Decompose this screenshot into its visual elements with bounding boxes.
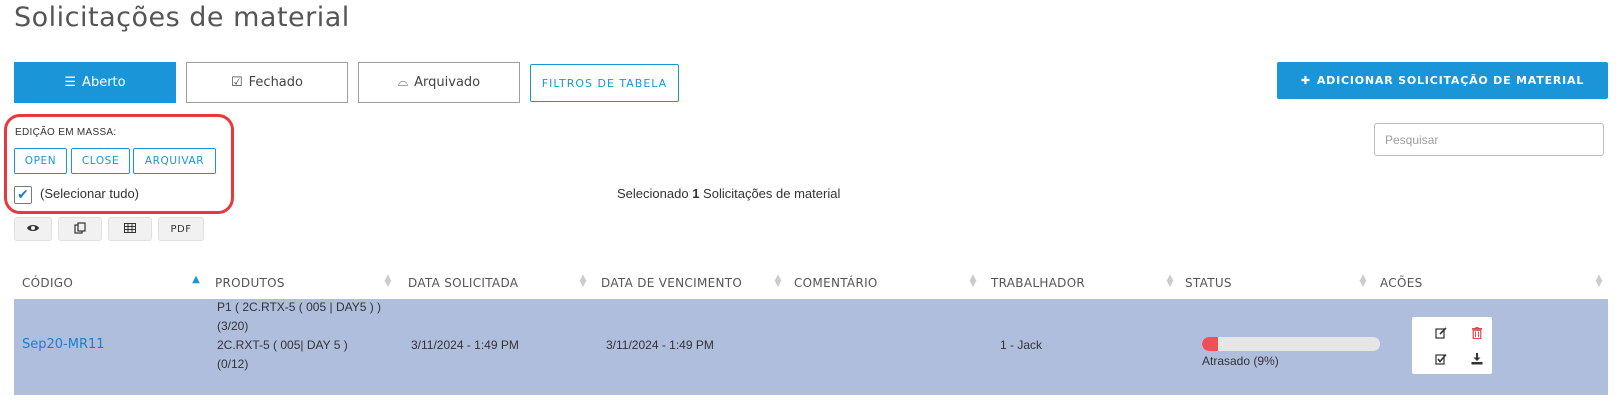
sort-icon[interactable]: ▲ ▼ <box>579 274 587 289</box>
selection-suffix: Solicitações de material <box>703 186 841 201</box>
selection-prefix: Selecionado <box>617 186 689 201</box>
eye-icon <box>26 223 40 236</box>
row-actions <box>1412 317 1492 374</box>
tab-closed-label: Fechado <box>248 75 303 90</box>
search-input[interactable] <box>1374 123 1604 156</box>
table-export-button[interactable] <box>108 217 152 241</box>
column-header-comment[interactable]: COMENTÁRIO <box>794 276 878 290</box>
trash-icon[interactable] <box>1468 324 1486 342</box>
product-line: P1 ( 2C.RTX-5 ( 005 | DAY5 ) ) <box>217 300 382 314</box>
due-date-cell: 3/11/2024 - 1:49 PM <box>606 338 714 352</box>
checkmark-icon: ✔ <box>17 187 29 203</box>
copy-icon <box>74 221 86 237</box>
tab-archived[interactable]: ⌓ Arquivado <box>358 62 520 103</box>
page-title: Solicitações de material <box>14 2 350 33</box>
sort-icon[interactable]: ▲ ▼ <box>1595 274 1603 289</box>
sort-icon[interactable]: ▲ ▼ <box>969 274 977 289</box>
product-line: (3/20) <box>217 319 249 333</box>
column-header-due-date[interactable]: DATA DE VENCIMENTO <box>601 276 742 290</box>
tab-archived-label: Arquivado <box>414 75 481 90</box>
sort-icon[interactable]: ▲ ▼ <box>384 274 392 289</box>
table-icon <box>124 222 136 236</box>
bulk-open-button[interactable]: OPEN <box>14 148 67 174</box>
status-progress-bar <box>1202 337 1380 351</box>
table-filters-button[interactable]: FILTROS DE TABELA <box>530 64 679 102</box>
tab-closed[interactable]: ☑ Fechado <box>186 62 348 103</box>
status-text: Atrasado (9%) <box>1202 354 1279 368</box>
bulk-archive-button[interactable]: ARQUIVAR <box>133 148 216 174</box>
status-progress-fill <box>1202 337 1219 351</box>
selection-summary: Selecionado 1 Solicitações de material <box>617 186 840 201</box>
check-square-icon[interactable] <box>1432 350 1450 368</box>
inbox-icon: ⌓ <box>397 75 409 90</box>
copy-button[interactable] <box>58 217 102 241</box>
view-button[interactable] <box>14 217 52 241</box>
products-cell: P1 ( 2C.RTX-5 ( 005 | DAY5 ) ) (3/20) 2C… <box>217 298 381 374</box>
sort-icon[interactable]: ▲ ▼ <box>774 274 782 289</box>
sort-icon[interactable]: ▲ ▼ <box>1359 274 1367 289</box>
download-icon[interactable] <box>1468 350 1486 368</box>
request-code-link[interactable]: Sep20-MR11 <box>22 337 105 352</box>
column-header-actions[interactable]: ACÕES <box>1380 276 1423 290</box>
bulk-close-button[interactable]: CLOSE <box>71 148 130 174</box>
column-header-status[interactable]: STATUS <box>1185 276 1232 290</box>
column-header-date-requested[interactable]: DATA SOLICITADA <box>408 276 518 290</box>
add-material-request-button[interactable]: ✚ ADICIONAR SOLICITAÇÃO DE MATERIAL <box>1277 62 1608 99</box>
plus-icon: ✚ <box>1300 74 1311 87</box>
sort-asc-icon[interactable]: ▲ <box>192 275 200 285</box>
worker-cell: 1 - Jack <box>1000 338 1043 352</box>
column-header-code[interactable]: CÓDIGO <box>22 276 73 290</box>
select-all-label: (Selecionar tudo) <box>40 186 139 201</box>
list-icon: ☰ <box>64 75 77 90</box>
table-header: CÓDIGO ▲ PRODUTOS ▲ ▼ DATA SOLICITADA ▲ ▼ … <box>14 272 1608 296</box>
column-header-worker[interactable]: TRABALHADOR <box>991 276 1085 290</box>
product-line: (0/12) <box>217 357 249 371</box>
column-header-products[interactable]: PRODUTOS <box>215 276 285 290</box>
tab-open-label: Aberto <box>82 75 126 90</box>
bulk-edit-label: EDIÇÃO EM MASSA: <box>15 127 117 138</box>
selection-count: 1 <box>692 186 700 201</box>
pdf-button[interactable]: PDF <box>158 217 204 241</box>
table-row[interactable]: Sep20-MR11 P1 ( 2C.RTX-5 ( 005 | DAY5 ) … <box>14 299 1608 395</box>
edit-icon[interactable] <box>1432 324 1450 342</box>
select-all-checkbox[interactable]: ✔ <box>14 186 32 204</box>
add-button-label: ADICIONAR SOLICITAÇÃO DE MATERIAL <box>1316 74 1585 87</box>
checkbox-icon: ☑ <box>231 75 243 90</box>
tab-open[interactable]: ☰ Aberto <box>14 62 176 103</box>
date-requested-cell: 3/11/2024 - 1:49 PM <box>411 338 519 352</box>
product-line: 2C.RXT-5 ( 005| DAY 5 ) <box>217 338 348 352</box>
sort-icon[interactable]: ▲ ▼ <box>1166 274 1174 289</box>
